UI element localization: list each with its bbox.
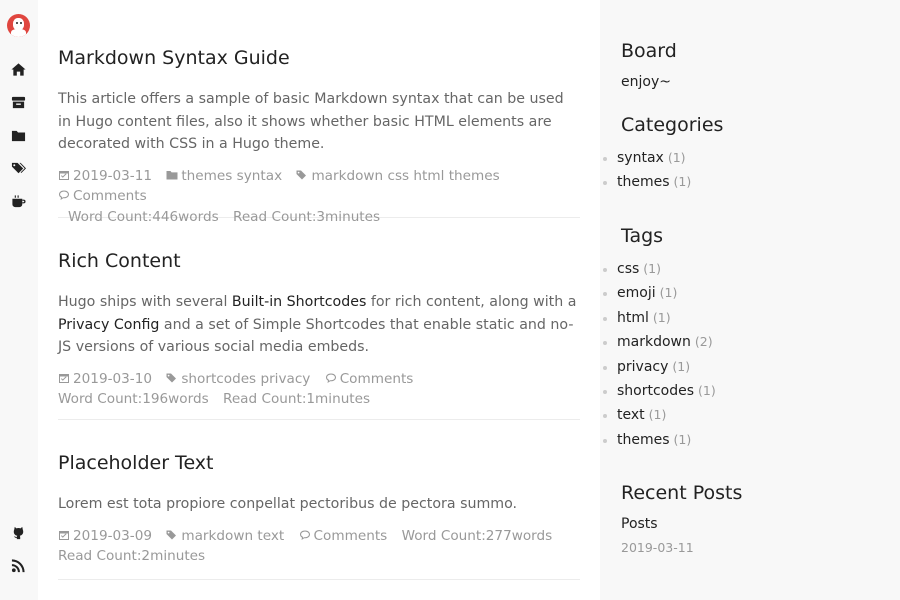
post-comments-link[interactable]: Comments	[340, 371, 414, 387]
post-title[interactable]: Markdown Syntax Guide	[58, 46, 580, 70]
avatar[interactable]	[7, 14, 30, 37]
post-categories[interactable]: themes syntax	[181, 168, 282, 184]
built-in-shortcodes-link[interactable]: Built-in Shortcodes	[232, 294, 366, 310]
tag-item[interactable]: css (1)	[600, 257, 716, 281]
tags-icon	[296, 167, 308, 179]
read-count: Read Count:1minutes	[222, 391, 371, 407]
word-count: Word Count:446words	[68, 208, 219, 225]
tags-icon	[166, 370, 178, 382]
board-title: Board	[621, 40, 677, 62]
category-item[interactable]: syntax (1)	[600, 146, 691, 170]
comment-icon	[325, 370, 337, 383]
recent-posts-title: Recent Posts	[621, 482, 743, 504]
post-date: 2019-03-11	[73, 167, 153, 184]
categories-title: Categories	[621, 114, 724, 136]
comment-icon	[299, 527, 311, 540]
tag-item[interactable]: html (1)	[600, 306, 716, 330]
word-count: Word Count:196words	[58, 391, 209, 407]
post-meta: 2019-03-11 themes syntax markdown css ht…	[58, 166, 580, 228]
categories-list: syntax (1) themes (1)	[600, 146, 691, 195]
post-date: 2019-03-09	[73, 527, 153, 544]
calendar-icon	[58, 167, 70, 180]
github-icon[interactable]	[10, 524, 27, 541]
archive-icon[interactable]	[10, 94, 27, 111]
coffee-icon[interactable]	[10, 193, 27, 210]
tag-item[interactable]: shortcodes (1)	[600, 379, 716, 403]
tag-item[interactable]: markdown (2)	[600, 330, 716, 354]
post-comments-link[interactable]: Comments	[314, 528, 388, 544]
read-count: Read Count:3minutes	[232, 208, 381, 225]
rss-icon[interactable]	[10, 557, 27, 574]
post-item: Placeholder Text Lorem est tota propiore…	[58, 451, 580, 580]
post-summary: This article offers a sample of basic Ma…	[58, 91, 564, 152]
privacy-config-link[interactable]: Privacy Config	[58, 317, 159, 333]
post-summary: Lorem est tota propiore conpellat pector…	[58, 496, 518, 512]
folder-icon[interactable]	[10, 127, 27, 144]
post-title[interactable]: Rich Content	[58, 249, 580, 273]
tag-item[interactable]: text (1)	[600, 403, 716, 427]
calendar-icon	[58, 527, 70, 540]
word-count: Word Count:277words	[401, 527, 553, 544]
home-icon[interactable]	[10, 61, 27, 78]
post-comments-link[interactable]: Comments	[73, 188, 147, 204]
tags-icon	[166, 527, 178, 539]
sidebar: Board enjoy~ Categories syntax (1) themes…	[600, 0, 900, 600]
tag-item[interactable]: privacy (1)	[600, 355, 716, 379]
tags-list: css (1) emoji (1) html (1) markdown (2) priv…	[600, 257, 716, 452]
comment-icon	[58, 187, 70, 200]
post-meta: 2019-03-10 shortcodes privacy Comments W…	[58, 369, 580, 410]
calendar-icon	[58, 370, 70, 383]
read-count: Read Count:2minutes	[58, 548, 206, 564]
tag-item[interactable]: themes (1)	[600, 428, 716, 452]
tag-item[interactable]: emoji (1)	[600, 281, 716, 305]
tags-title: Tags	[621, 225, 664, 247]
post-summary: Hugo ships with several Built-in Shortco…	[58, 294, 577, 355]
recent-post-date: 2019-03-11	[621, 540, 694, 555]
post-item: Rich Content Hugo ships with several Bui…	[58, 249, 580, 420]
category-item[interactable]: themes (1)	[600, 170, 691, 194]
post-date: 2019-03-10	[73, 370, 153, 387]
board-text: enjoy~	[621, 74, 671, 90]
folder-icon	[166, 167, 178, 179]
post-tags[interactable]: shortcodes privacy	[181, 371, 310, 387]
post-tags[interactable]: markdown css html themes	[311, 168, 499, 184]
icon-rail	[0, 0, 38, 600]
post-tags[interactable]: markdown text	[181, 528, 284, 544]
tags-icon[interactable]	[10, 160, 27, 177]
post-item: Markdown Syntax Guide This article offer…	[58, 46, 580, 225]
post-meta: 2019-03-09 markdown text Comments Word C…	[58, 526, 580, 567]
recent-post-link[interactable]: Posts	[621, 516, 658, 532]
post-title[interactable]: Placeholder Text	[58, 451, 580, 475]
